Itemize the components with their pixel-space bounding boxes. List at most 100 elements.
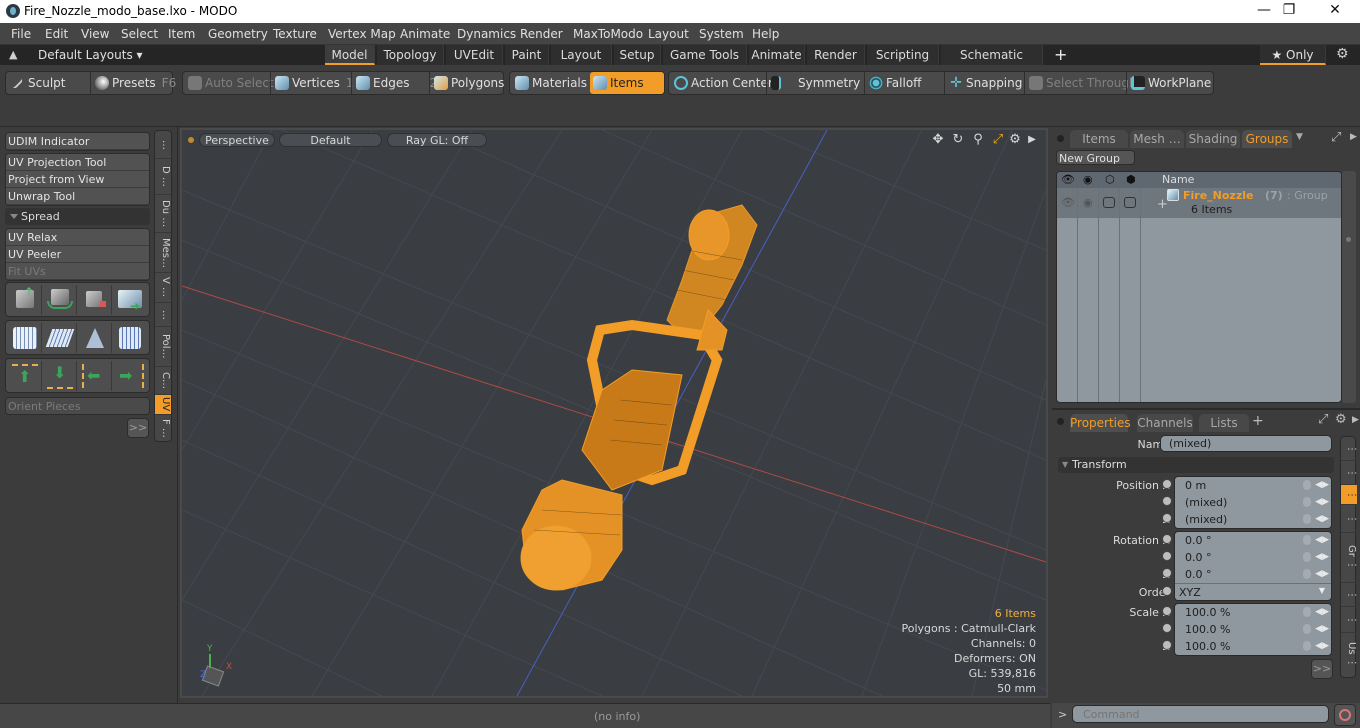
gear-icon[interactable]: ⚙ [1336,46,1349,62]
drag-arrows-icon[interactable]: ◀▶ [1315,480,1329,490]
drag-arrows-icon[interactable]: ◀▶ [1315,497,1329,507]
expand-panel-icon[interactable]: ⤢ [1331,130,1341,145]
drag-arrows-icon[interactable]: ◀▶ [1315,624,1329,634]
order-keyframe-dot[interactable] [1162,586,1172,596]
side-tab-active[interactable]: ⋮ [1341,485,1357,505]
menu-select[interactable]: Select [121,27,158,41]
edges-button[interactable]: Edges2 [353,72,437,94]
align-left-tool[interactable]: ⬅ [78,361,112,391]
rotate-view-icon[interactable]: ↻ [950,132,966,148]
viewport-menu-arrow-icon[interactable]: ▶ [1024,132,1040,148]
order-dropdown[interactable]: XYZ ▼ [1175,583,1331,600]
falloff-button[interactable]: Falloff [866,72,944,94]
scale-y-field[interactable]: 100.0 % ◀▶ [1175,621,1331,638]
render-toggle-icon[interactable]: ◉ [1083,196,1093,209]
tab-mesh[interactable]: Mesh … [1130,130,1184,148]
shading-dropdown[interactable]: Default [279,133,382,147]
menu-help[interactable]: Help [752,27,779,41]
scale-x-keyframe-dot[interactable] [1162,606,1172,616]
menu-edit[interactable]: Edit [45,27,68,41]
tab-uvedit[interactable]: UVEdit [446,45,503,65]
fit-uvs-button[interactable]: Fit UVs [6,263,149,280]
select-column-icon[interactable]: ⬢ [1126,173,1136,186]
position-x-keyframe-dot[interactable] [1162,479,1172,489]
presets-button[interactable]: Presets F6 [92,72,176,94]
rotation-z-field[interactable]: 0.0 ° ◀▶ [1175,566,1331,583]
name-column-header[interactable]: Name [1162,173,1194,186]
uv-peeler-button[interactable]: UV Peeler [6,246,149,263]
rotate-uv-tool[interactable] [43,285,77,315]
drag-arrows-icon[interactable]: ◀▶ [1315,641,1329,651]
minimize-button[interactable]: — [1252,2,1276,20]
tab-shading[interactable]: Shading [1186,130,1240,148]
items-button[interactable]: Items5 [590,72,673,94]
spread-section-header[interactable]: Spread [5,208,150,225]
vtab-0[interactable]: … [155,131,171,159]
raygl-dropdown[interactable]: Ray GL: Off [387,133,487,147]
maximize-view-icon[interactable]: ⤢ [990,132,1006,148]
side-tab-1[interactable]: ⋮ [1341,461,1357,485]
drag-arrows-icon[interactable]: ◀▶ [1315,552,1329,562]
rotation-z-keyframe-dot[interactable] [1162,568,1172,578]
rotation-x-field[interactable]: 0.0 ° ◀▶ [1175,532,1331,549]
add-layout-button[interactable]: + [1054,45,1067,64]
vtab-du[interactable]: Du … [155,195,171,233]
side-tab-gr[interactable]: Gr ⋮ [1341,533,1357,583]
udim-indicator-button[interactable]: UDIM Indicator [6,133,149,150]
scale-z-field[interactable]: 100.0 % ◀▶ [1175,638,1331,655]
only-filter-button[interactable]: ★ Only [1260,45,1326,65]
menu-dynamics[interactable]: Dynamics [457,27,516,41]
menu-animate[interactable]: Animate [400,27,450,41]
viewport-settings-icon[interactable]: ⚙ [1007,132,1023,148]
viewport-options-dot-icon[interactable] [188,137,194,143]
record-macro-button[interactable] [1334,704,1356,726]
properties-gear-icon[interactable]: ⚙ [1335,412,1347,427]
polygons-button[interactable]: Polygons [431,72,504,94]
tab-animate[interactable]: Animate [749,45,805,65]
vtab-uv[interactable]: UV [155,395,171,415]
menu-render[interactable]: Render [520,27,563,41]
side-tab-us[interactable]: Us ⋮ [1341,633,1357,677]
uv-projection-tool-button[interactable]: UV Projection Tool [6,154,149,171]
scale-uv-tool[interactable] [78,285,112,315]
lock-column-icon[interactable]: ⬡ [1105,173,1115,186]
tab-setup[interactable]: Setup [614,45,661,65]
unwrap-tool-button[interactable]: Unwrap Tool [6,188,149,205]
vtab-mesh[interactable]: Mes… [155,233,171,273]
select-toggle[interactable] [1124,197,1136,208]
view-type-dropdown[interactable]: Perspective [199,133,275,147]
pan-icon[interactable]: ✥ [930,132,946,148]
menu-texture[interactable]: Texture [273,27,317,41]
visibility-toggle-icon[interactable]: 👁 [1061,196,1075,209]
transform-section-header[interactable]: ▼ Transform [1058,457,1334,473]
vtab-f[interactable]: F … [155,415,171,441]
vtab-poly[interactable]: Pol… [155,327,171,367]
tabs-dropdown-icon[interactable]: ▼ [1296,132,1303,142]
cylindrical-projection-tool[interactable] [8,323,42,353]
panel-menu-arrow-icon[interactable]: ▶ [1352,415,1359,425]
vertices-button[interactable]: Vertices 1 [272,72,354,94]
tab-scripting[interactable]: Scripting [867,45,939,65]
menu-view[interactable]: View [81,27,109,41]
menu-system[interactable]: System [699,27,744,41]
layout-selector[interactable]: Default Layouts ▾ [38,48,143,62]
auto-select-button[interactable]: Auto Select [185,72,274,94]
tab-lists[interactable]: Lists [1199,414,1249,432]
tab-properties[interactable]: Properties [1070,414,1131,432]
uv-relax-button[interactable]: UV Relax [6,229,149,246]
tab-groups[interactable]: Groups [1242,130,1292,148]
side-tab-5[interactable]: ⋮ [1341,583,1357,607]
select-through-button[interactable]: Select Through [1026,72,1137,94]
tab-topology[interactable]: Topology [377,45,444,65]
symmetry-button[interactable]: Symmetry [768,72,864,94]
panel-options-dot-icon[interactable] [1057,135,1064,142]
scale-y-keyframe-dot[interactable] [1162,623,1172,633]
tab-model[interactable]: Model [325,45,375,65]
zoom-view-icon[interactable]: ⚲ [970,132,986,148]
materials-button[interactable]: Materials [512,72,588,94]
align-top-tool[interactable]: ⬆ [8,361,42,391]
drag-arrows-icon[interactable]: ◀▶ [1315,514,1329,524]
menu-geometry[interactable]: Geometry [208,27,268,41]
lock-toggle[interactable] [1103,197,1115,208]
menu-maxtomodo[interactable]: MaxToModo [573,27,643,41]
